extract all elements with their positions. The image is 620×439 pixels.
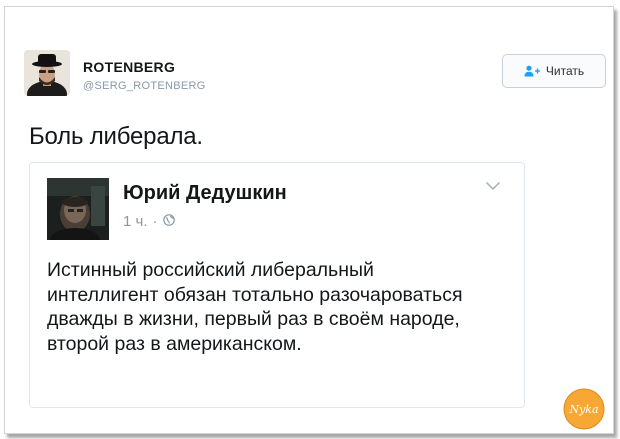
quoted-post[interactable]: Юрий Дедушкин 1 ч. · Истинный российский…: [29, 162, 525, 408]
tweet-text: Боль либерала.: [29, 123, 203, 150]
quoted-author-avatar[interactable]: [47, 178, 109, 240]
quoted-post-text: Истинный российский либеральный интеллиг…: [47, 259, 463, 355]
watermark-logo: Nyka: [563, 388, 605, 430]
author-handle[interactable]: @SERG_ROTENBERG: [83, 80, 206, 92]
author-avatar[interactable]: [24, 50, 70, 96]
follow-button[interactable]: Читать: [502, 54, 606, 88]
screenshot-frame: ROTENBERG @SERG_ROTENBERG Читать Боль ли…: [4, 6, 614, 434]
globe-icon: [162, 213, 175, 230]
author-name[interactable]: ROTENBERG: [83, 59, 175, 75]
quoted-author-name[interactable]: Юрий Дедушкин: [123, 182, 287, 205]
svg-text:Nyka: Nyka: [568, 403, 598, 416]
meta-separator: ·: [152, 213, 158, 230]
quoted-post-time[interactable]: 1 ч.: [123, 213, 148, 230]
chevron-down-icon[interactable]: [485, 178, 501, 196]
follow-button-label: Читать: [545, 64, 585, 78]
add-user-icon: [524, 65, 540, 77]
quoted-post-meta: 1 ч. ·: [123, 213, 175, 230]
